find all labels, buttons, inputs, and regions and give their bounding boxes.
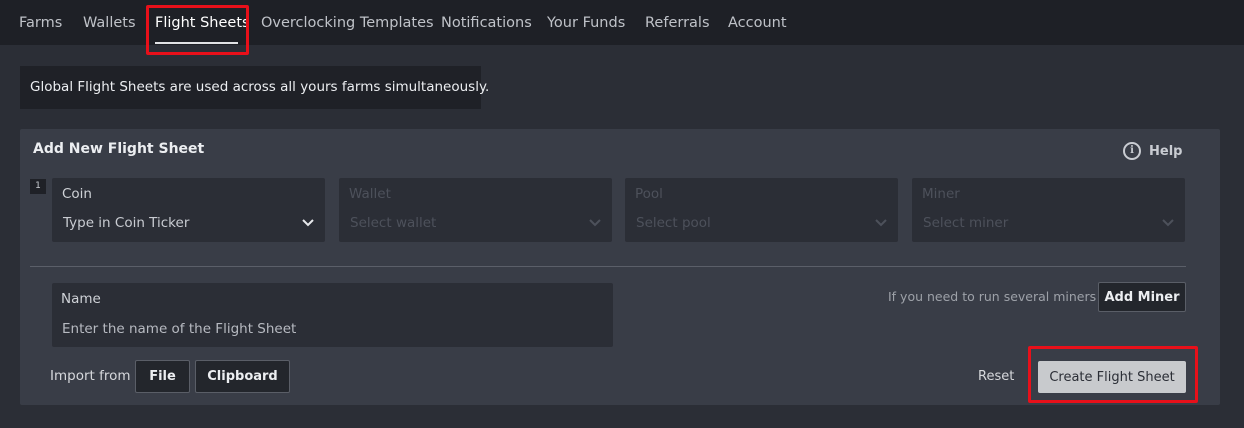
import-file-button[interactable]: File [135,360,190,393]
nav-notifications[interactable]: Notifications [441,0,532,45]
nav-highlight-box [146,5,249,55]
help-link[interactable]: i Help [1123,141,1182,161]
nav-farms[interactable]: Farms [19,0,62,45]
coin-select-label: Coin [62,186,92,202]
nav-wallets[interactable]: Wallets [83,0,136,45]
name-field: Name [52,283,613,347]
miner-select[interactable]: Miner Select miner [912,178,1185,242]
info-banner: Global Flight Sheets are used across all… [20,66,489,109]
pool-select-label: Pool [635,186,663,202]
chevron-down-icon [302,219,314,227]
import-clipboard-button[interactable]: Clipboard [195,360,290,393]
pool-select-value: Select pool [636,215,711,231]
several-miners-hint: If you need to run several miners [888,289,1097,304]
coin-select-value: Type in Coin Ticker [63,215,190,231]
chevron-down-icon [875,219,887,227]
nav-overclocking-templates[interactable]: Overclocking Templates [261,0,434,45]
row-number-badge: 1 [30,179,46,194]
nav-account[interactable]: Account [728,0,787,45]
pool-select[interactable]: Pool Select pool [625,178,898,242]
panel-title: Add New Flight Sheet [33,141,205,157]
add-miner-button[interactable]: Add Miner [1098,282,1186,312]
coin-select[interactable]: Coin Type in Coin Ticker [52,178,325,242]
section-divider [30,266,1186,267]
nav-your-funds[interactable]: Your Funds [547,0,625,45]
help-label: Help [1149,143,1183,159]
miner-select-label: Miner [922,186,960,202]
info-icon: i [1123,142,1141,160]
nav-referrals[interactable]: Referrals [645,0,710,45]
name-field-label: Name [61,291,101,307]
import-from-label: Import from [50,368,131,384]
miner-select-value: Select miner [923,215,1009,231]
reset-link[interactable]: Reset [978,369,1014,384]
name-input[interactable] [52,313,613,345]
create-button-highlight-box [1028,346,1198,403]
wallet-select-value: Select wallet [350,215,437,231]
wallet-select-label: Wallet [349,186,391,202]
wallet-select[interactable]: Wallet Select wallet [339,178,612,242]
chevron-down-icon [589,219,601,227]
chevron-down-icon [1162,219,1174,227]
